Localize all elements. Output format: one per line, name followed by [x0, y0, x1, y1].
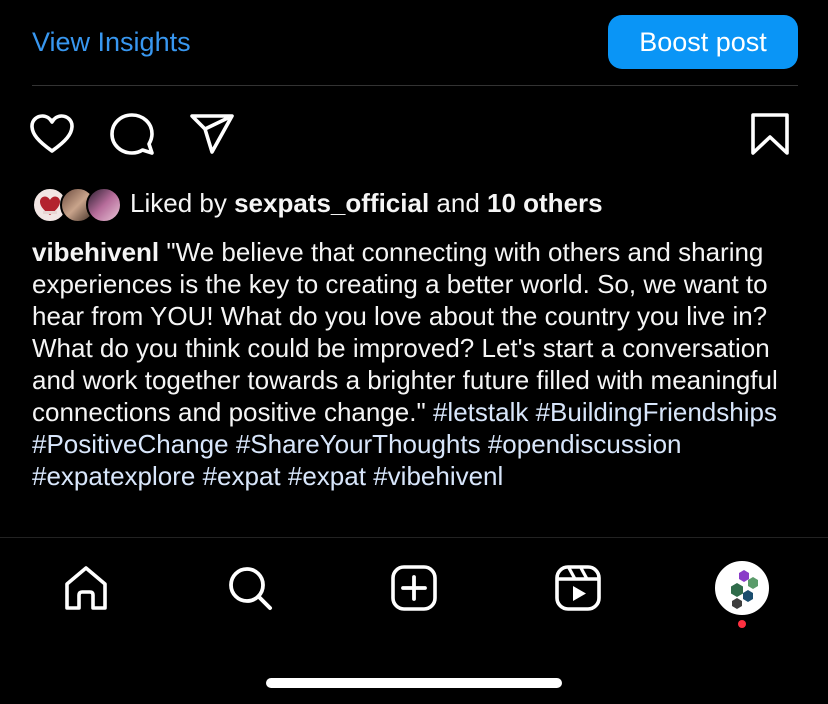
likes-summary[interactable]: Liked by sexpats_official and 10 others — [32, 183, 603, 223]
nav-reels-button[interactable] — [554, 564, 602, 612]
divider — [32, 85, 798, 86]
likes-text: Liked by sexpats_official and 10 others — [130, 188, 603, 219]
liker-username[interactable]: sexpats_official — [234, 188, 429, 218]
profile-avatar — [731, 570, 758, 609]
home-icon — [65, 566, 107, 610]
heart-icon — [30, 114, 74, 153]
nav-create-button[interactable] — [390, 564, 438, 612]
save-button[interactable] — [746, 110, 794, 158]
hashtag[interactable]: #expat — [203, 461, 281, 491]
create-icon — [391, 565, 437, 611]
notification-dot — [738, 620, 746, 628]
hashtag[interactable]: #PositiveChange — [32, 429, 229, 459]
hashtag[interactable]: #letstalk — [433, 397, 528, 427]
share-button[interactable] — [188, 110, 236, 158]
hashtag[interactable]: #expatexplore — [32, 461, 195, 491]
nav-profile-button[interactable] — [715, 561, 769, 615]
hashtag[interactable]: #BuildingFriendships — [536, 397, 777, 427]
hashtag[interactable]: #ShareYourThoughts — [236, 429, 481, 459]
hashtag[interactable]: #opendiscussion — [488, 429, 682, 459]
liker-avatars — [32, 185, 122, 223]
comment-button[interactable] — [108, 110, 156, 158]
hashtag[interactable]: #vibehivenl — [373, 461, 503, 491]
comment-icon — [110, 113, 154, 155]
avatar — [86, 187, 122, 223]
bottom-nav-divider — [0, 537, 828, 538]
nav-home-button[interactable] — [62, 564, 110, 612]
likes-prefix: Liked by — [130, 187, 235, 218]
post-insights-bar: View Insights Boost post — [0, 0, 828, 86]
home-indicator[interactable] — [266, 678, 562, 688]
reels-icon — [555, 565, 601, 611]
send-icon — [190, 114, 234, 154]
nav-search-button[interactable] — [226, 564, 274, 612]
likes-conjunction: and — [429, 187, 487, 218]
caption-username[interactable]: vibehivenl — [32, 237, 159, 267]
post-caption: vibehivenl "We believe that connecting w… — [32, 236, 802, 492]
hashtag[interactable]: #expat — [288, 461, 366, 491]
search-icon — [229, 567, 272, 610]
boost-post-button[interactable]: Boost post — [608, 15, 798, 69]
view-insights-link[interactable]: View Insights — [32, 24, 191, 60]
like-button[interactable] — [28, 110, 76, 158]
bookmark-icon — [751, 113, 789, 155]
likes-others-link[interactable]: 10 others — [487, 188, 603, 218]
